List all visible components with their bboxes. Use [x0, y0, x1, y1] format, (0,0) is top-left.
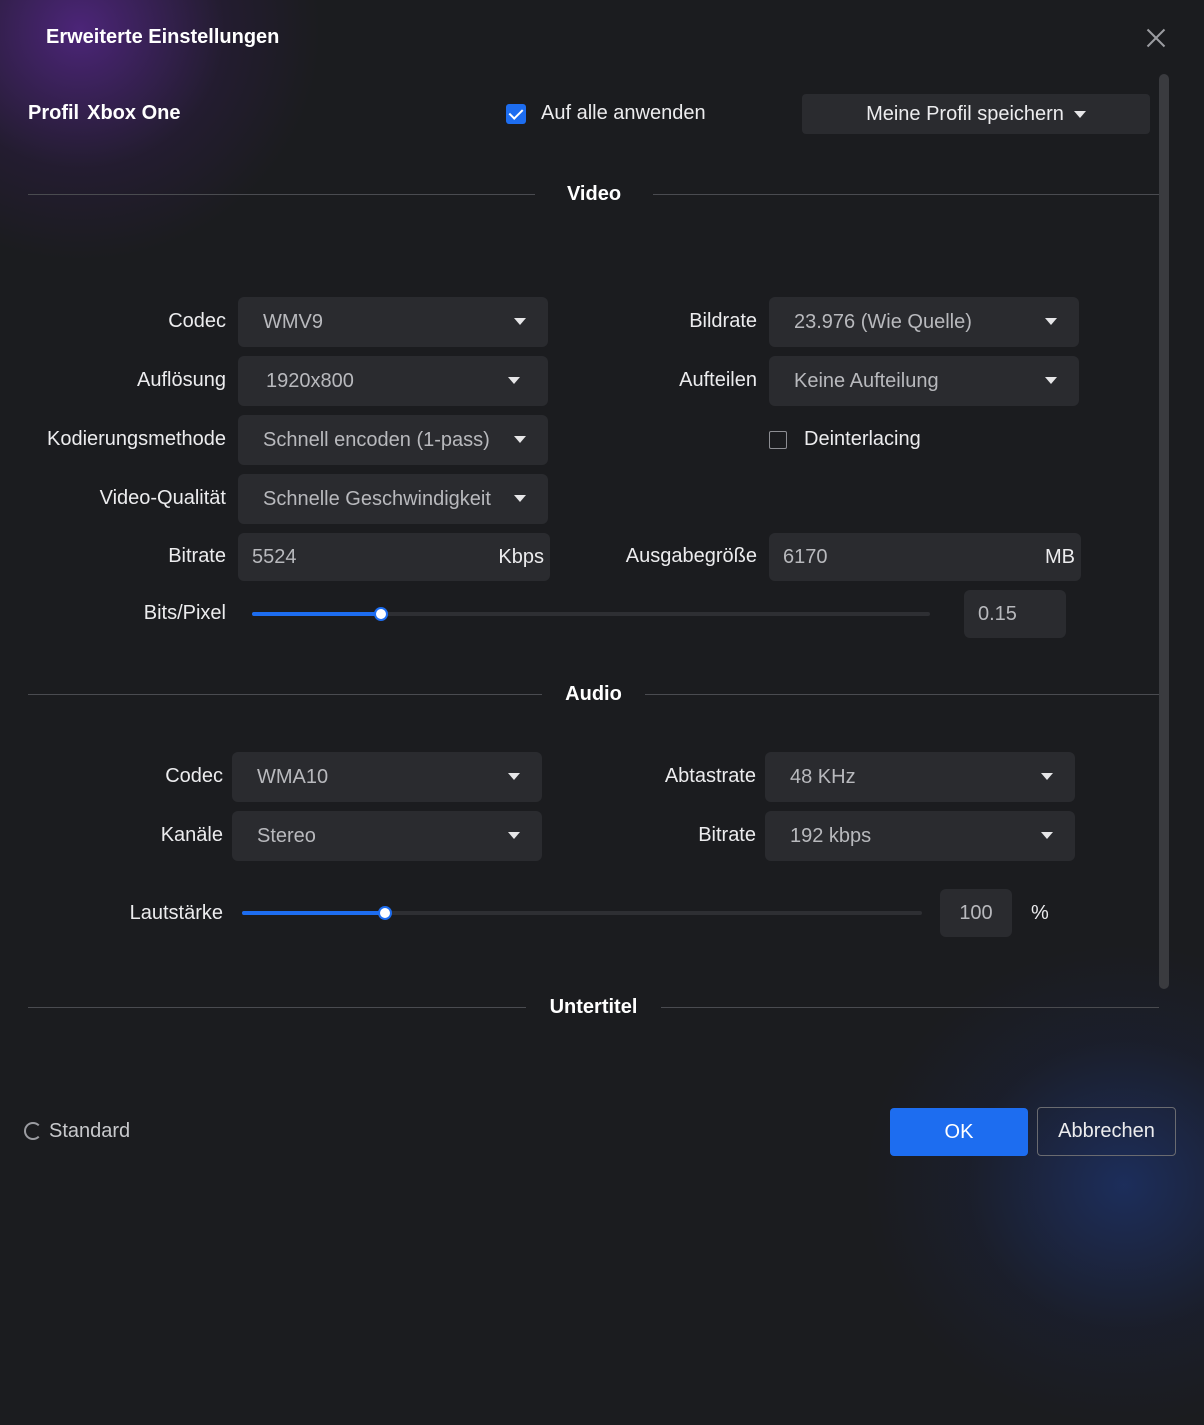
- close-icon[interactable]: [1143, 25, 1169, 51]
- divider: [653, 194, 1159, 195]
- chevron-down-icon: [1041, 832, 1053, 839]
- audio-bitrate-label: Bitrate: [698, 824, 756, 846]
- resolution-label: Auflösung: [137, 369, 226, 391]
- chevron-down-icon: [508, 773, 520, 780]
- video-bitrate-unit: Kbps: [498, 545, 544, 568]
- divider: [28, 694, 542, 695]
- output-size-input[interactable]: 6170 MB: [769, 533, 1081, 581]
- audio-bitrate-select[interactable]: 192 kbps: [765, 811, 1075, 861]
- ok-button[interactable]: OK: [890, 1108, 1028, 1156]
- sample-rate-select[interactable]: 48 KHz: [765, 752, 1075, 802]
- divider: [28, 1007, 526, 1008]
- encoding-method-select[interactable]: Schnell encoden (1-pass): [238, 415, 548, 465]
- deinterlacing-checkbox[interactable]: [769, 431, 787, 449]
- chevron-down-icon: [1045, 377, 1057, 384]
- chevron-down-icon: [514, 318, 526, 325]
- bits-per-pixel-value: 0.15: [978, 602, 1017, 625]
- apply-all-checkbox[interactable]: [506, 104, 526, 124]
- quality-value: Schnelle Geschwindigkeit: [263, 487, 491, 510]
- resolution-select[interactable]: 1920x800: [238, 356, 548, 406]
- deinterlacing-label[interactable]: Deinterlacing: [804, 428, 921, 451]
- dialog-title: Erweiterte Einstellungen: [46, 26, 280, 48]
- chevron-down-icon: [1073, 110, 1086, 118]
- split-label: Aufteilen: [679, 369, 757, 391]
- channels-value: Stereo: [257, 824, 316, 847]
- split-value: Keine Aufteilung: [794, 369, 939, 392]
- encoding-method-value: Schnell encoden (1-pass): [263, 428, 490, 451]
- divider: [28, 194, 535, 195]
- output-size-label: Ausgabegröße: [625, 545, 757, 567]
- volume-slider[interactable]: [242, 906, 922, 920]
- slider-fill: [252, 612, 381, 616]
- standard-reset-button[interactable]: Standard: [49, 1120, 130, 1143]
- ok-button-label: OK: [944, 1120, 974, 1143]
- scrollbar[interactable]: [1159, 74, 1169, 989]
- bits-per-pixel-label: Bits/Pixel: [143, 602, 226, 624]
- chevron-down-icon: [508, 377, 520, 384]
- video-codec-select[interactable]: WMV9: [238, 297, 548, 347]
- quality-select[interactable]: Schnelle Geschwindigkeit: [238, 474, 548, 524]
- save-profile-label: Meine Profil speichern: [866, 102, 1064, 125]
- volume-label: Lautstärke: [129, 902, 223, 924]
- cancel-button[interactable]: Abbrechen: [1037, 1107, 1176, 1156]
- sample-rate-label: Abtastrate: [664, 765, 756, 787]
- framerate-label: Bildrate: [689, 310, 757, 332]
- video-section-title: Video: [566, 183, 622, 205]
- split-select[interactable]: Keine Aufteilung: [769, 356, 1079, 406]
- chevron-down-icon: [1041, 773, 1053, 780]
- divider: [645, 694, 1159, 695]
- chevron-down-icon: [514, 436, 526, 443]
- video-bitrate-input[interactable]: 5524 Kbps: [238, 533, 550, 581]
- bits-per-pixel-slider[interactable]: [252, 607, 930, 621]
- video-bitrate-label: Bitrate: [168, 545, 226, 567]
- channels-label: Kanäle: [160, 824, 223, 846]
- framerate-value: 23.976 (Wie Quelle): [794, 310, 972, 333]
- volume-value: 100: [959, 901, 993, 924]
- resolution-value: 1920x800: [266, 369, 354, 392]
- chevron-down-icon: [1045, 318, 1057, 325]
- profile-heading: Profil Xbox One: [28, 102, 180, 125]
- slider-fill: [242, 911, 385, 915]
- volume-unit: %: [1031, 902, 1049, 924]
- chevron-down-icon: [514, 495, 526, 502]
- divider: [661, 1007, 1159, 1008]
- profile-name: Xbox One: [87, 102, 181, 124]
- audio-bitrate-value: 192 kbps: [790, 824, 872, 847]
- chevron-down-icon: [508, 832, 520, 839]
- subtitles-section-title: Untertitel: [549, 996, 638, 1018]
- apply-all-label[interactable]: Auf alle anwenden: [541, 102, 706, 125]
- slider-handle[interactable]: [373, 607, 388, 621]
- output-size-unit: MB: [1045, 545, 1075, 568]
- slider-handle[interactable]: [377, 906, 392, 920]
- sample-rate-value: 48 KHz: [790, 765, 856, 788]
- volume-input[interactable]: 100: [940, 889, 1012, 937]
- profile-label: Profil: [28, 102, 80, 124]
- video-bitrate-value: 5524: [252, 545, 297, 568]
- audio-section-title: Audio: [565, 683, 622, 705]
- encoding-method-label: Kodierungsmethode: [46, 428, 226, 450]
- quality-label: Video-Qualität: [99, 487, 226, 509]
- channels-select[interactable]: Stereo: [232, 811, 542, 861]
- output-size-value: 6170: [783, 545, 828, 568]
- reset-icon[interactable]: [24, 1122, 42, 1140]
- cancel-button-label: Abbrechen: [1058, 1120, 1155, 1142]
- bits-per-pixel-input[interactable]: 0.15: [964, 590, 1066, 638]
- save-profile-dropdown[interactable]: Meine Profil speichern: [802, 94, 1150, 134]
- framerate-select[interactable]: 23.976 (Wie Quelle): [769, 297, 1079, 347]
- video-codec-label: Codec: [168, 310, 226, 332]
- video-codec-value: WMV9: [263, 310, 323, 333]
- audio-codec-select[interactable]: WMA10: [232, 752, 542, 802]
- audio-codec-value: WMA10: [257, 765, 329, 788]
- audio-codec-label: Codec: [165, 765, 223, 787]
